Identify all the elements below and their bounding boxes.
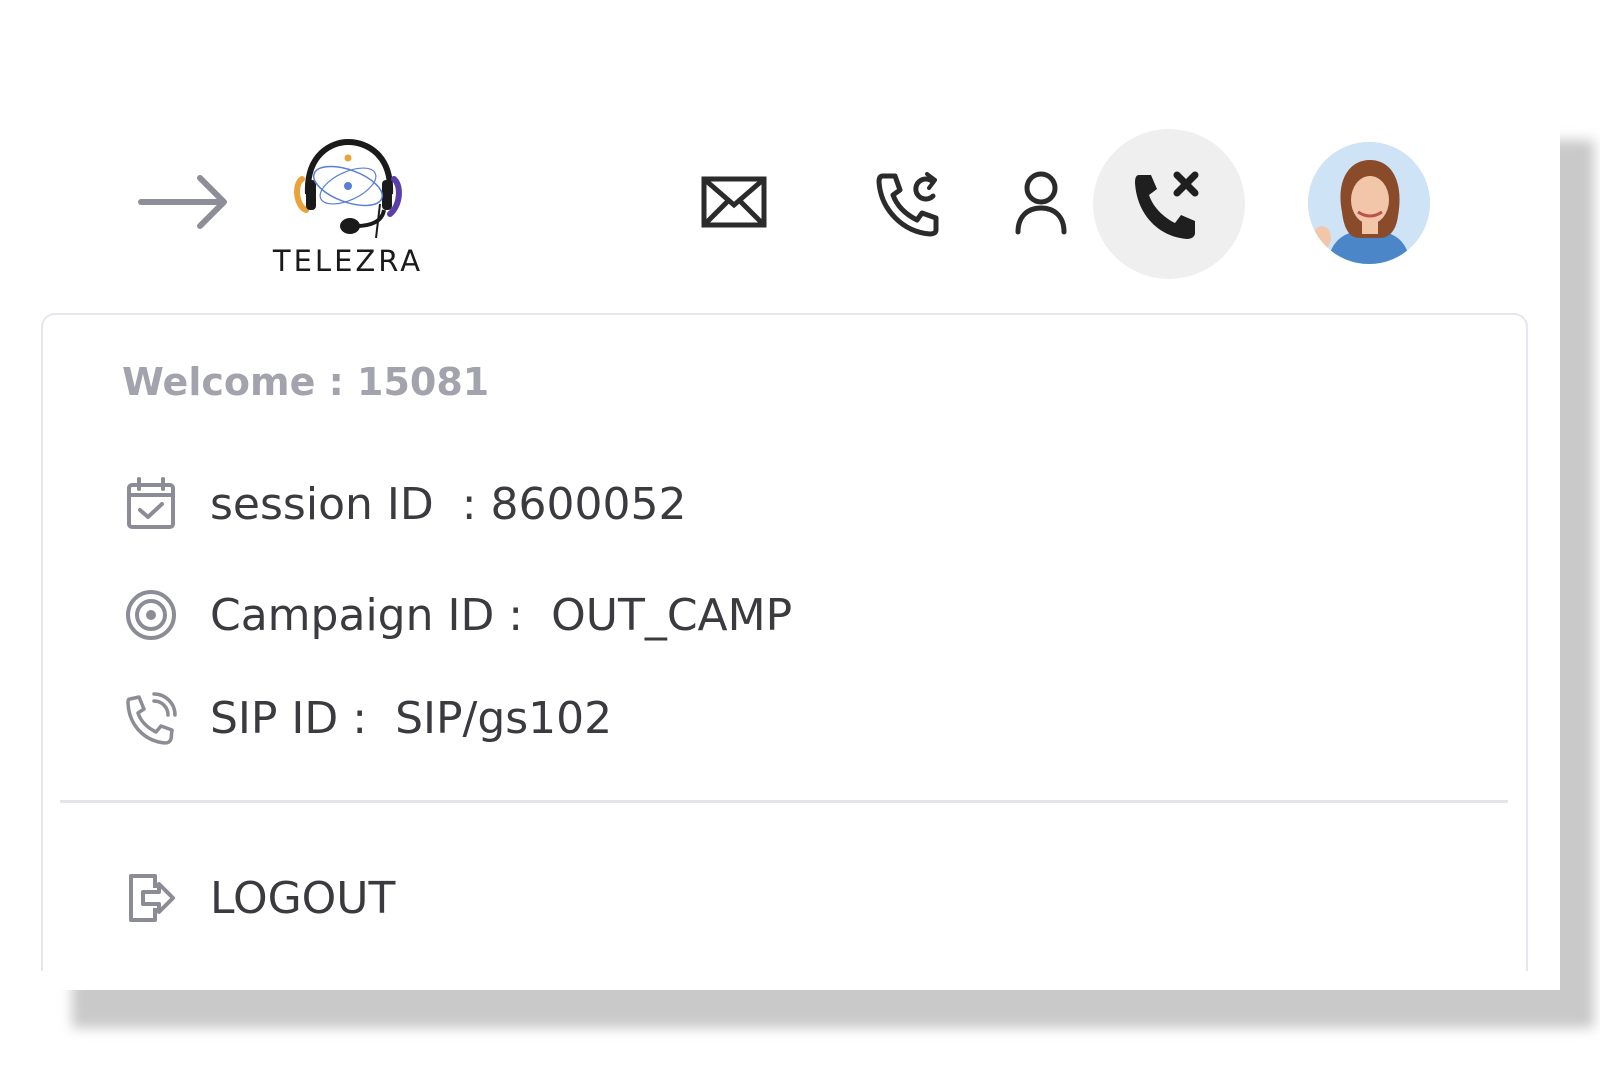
sip-id-text: SIP ID : SIP/gs102 xyxy=(210,692,613,744)
user-icon xyxy=(1015,171,1067,235)
sip-id-row: SIP ID : SIP/gs102 xyxy=(122,688,612,748)
welcome-text: Welcome : 15081 xyxy=(122,360,490,404)
campaign-id-row: Campaign ID : OUT_CAMP xyxy=(122,585,792,645)
menu-divider xyxy=(60,800,1508,803)
logout-button[interactable]: LOGOUT xyxy=(122,868,395,928)
phone-hangup-icon xyxy=(1135,171,1199,239)
profile-photo-icon xyxy=(1308,142,1430,264)
brand-logo: TELEZRA xyxy=(272,134,432,284)
callback-button[interactable] xyxy=(875,168,945,238)
brand-name: TELEZRA xyxy=(272,244,424,278)
mail-button[interactable] xyxy=(700,175,770,231)
session-id-row: session ID : 8600052 xyxy=(122,474,686,534)
session-id-text: session ID : 8600052 xyxy=(210,478,687,530)
logout-icon xyxy=(129,874,175,922)
headset-logo-icon xyxy=(294,138,402,239)
phone-ringing-icon xyxy=(126,692,177,745)
user-button[interactable] xyxy=(1010,168,1072,238)
avatar[interactable] xyxy=(1308,142,1430,264)
sidebar-toggle-button[interactable] xyxy=(138,172,228,232)
envelope-icon xyxy=(701,176,767,228)
calendar-check-icon xyxy=(127,477,175,529)
campaign-id-text: Campaign ID : OUT_CAMP xyxy=(210,589,793,641)
arrow-right-icon xyxy=(138,175,227,229)
logout-label: LOGOUT xyxy=(210,872,396,924)
target-icon xyxy=(126,590,176,640)
app-stage: TELEZRA Welcome: 15081 session ID: 860… xyxy=(0,0,1600,1089)
hangup-button[interactable] xyxy=(1093,129,1245,279)
phone-callback-icon xyxy=(876,172,939,237)
